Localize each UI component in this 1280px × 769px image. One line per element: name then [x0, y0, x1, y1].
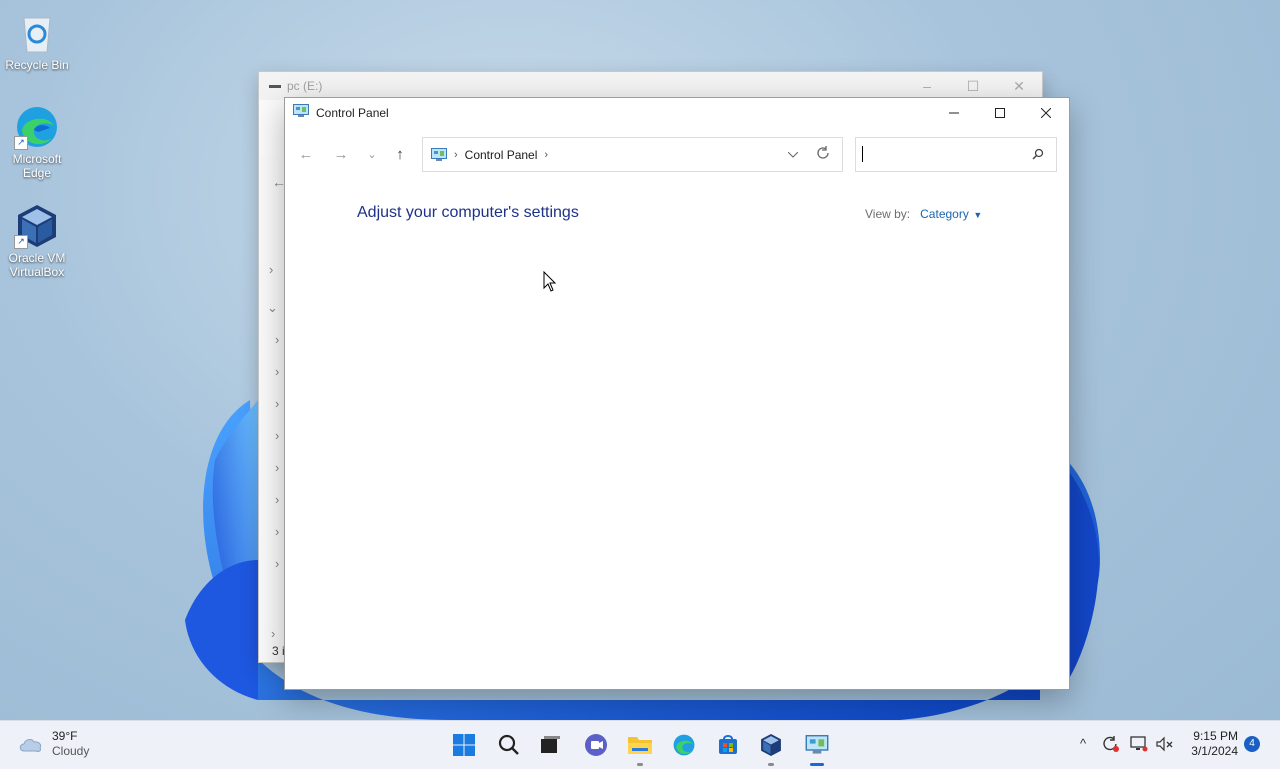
chevron-right-icon[interactable]: › — [275, 524, 279, 539]
minimize-icon — [949, 112, 959, 114]
refresh-icon[interactable] — [816, 146, 830, 163]
window-title: Control Panel — [316, 106, 389, 120]
chevron-right-icon[interactable]: › — [275, 364, 279, 379]
control-panel-icon — [293, 103, 309, 123]
active-indicator — [810, 763, 824, 766]
control-panel-icon — [805, 735, 829, 754]
clock[interactable]: 9:15 PM 3/1/2024 — [1186, 729, 1238, 759]
control-panel-button[interactable] — [801, 729, 833, 766]
desktop-icon-edge[interactable]: ↗ Microsoft Edge — [2, 104, 72, 180]
chevron-right-icon[interactable]: › — [275, 428, 279, 443]
drive-icon — [269, 84, 281, 88]
background-window-titlebar: pc (E:) – ☐ ✕ — [259, 72, 1042, 100]
maximize-icon — [995, 108, 1005, 118]
weather-widget[interactable]: 39°F Cloudy — [18, 729, 89, 759]
chevron-down-icon[interactable]: ⌄ — [267, 300, 278, 316]
mouse-cursor-icon — [543, 271, 557, 292]
desktop-icon-label: Recycle Bin — [5, 58, 69, 72]
close-button[interactable] — [1023, 98, 1069, 128]
edge-button[interactable] — [668, 729, 700, 761]
chevron-right-icon[interactable]: › — [275, 460, 279, 475]
close-icon[interactable]: ✕ — [996, 78, 1042, 95]
store-icon — [719, 735, 737, 754]
virtualbox-icon: ↗ — [14, 203, 60, 249]
task-view-button[interactable] — [534, 729, 566, 761]
virtualbox-button[interactable] — [755, 729, 787, 766]
weather-condition: Cloudy — [52, 744, 90, 758]
volume-muted-icon[interactable] — [1156, 736, 1174, 755]
start-button[interactable] — [448, 729, 480, 761]
address-bar[interactable]: › Control Panel › — [422, 137, 843, 172]
view-by-control: View by: Category ▼ — [865, 207, 982, 221]
running-indicator — [768, 763, 774, 766]
control-panel-icon — [431, 147, 447, 162]
control-panel-window[interactable]: Control Panel ← → ⌄ ↑ › Control Panel › … — [284, 97, 1070, 690]
text-caret — [862, 146, 863, 162]
notification-badge[interactable]: 4 — [1244, 736, 1260, 752]
show-hidden-icons-chevron-icon[interactable]: ^ — [1080, 736, 1086, 751]
virtualbox-icon — [761, 734, 781, 756]
search-icon[interactable] — [1032, 147, 1044, 165]
chevron-right-icon[interactable]: › — [275, 492, 279, 507]
chevron-right-icon[interactable]: › — [271, 626, 275, 641]
navigation-bar: ← → ⌄ ↑ › Control Panel › — [285, 137, 1069, 173]
desktop-icon-virtualbox[interactable]: ↗ Oracle VM VirtualBox — [2, 203, 72, 279]
task-view-icon — [541, 736, 560, 753]
search-button[interactable] — [493, 729, 525, 761]
start-icon — [453, 734, 475, 756]
file-explorer-icon — [628, 737, 652, 754]
chevron-right-icon[interactable]: › — [544, 149, 548, 161]
sync-icon[interactable] — [1102, 736, 1120, 755]
chat-button[interactable] — [580, 729, 612, 761]
control-panel-titlebar: Control Panel — [285, 98, 1069, 128]
view-by-dropdown[interactable]: Category — [920, 207, 969, 221]
taskbar: 39°F Cloudy ^ 9:15 PM 3/1/2024 4 — [0, 720, 1280, 769]
dropdown-arrow-icon[interactable]: ▼ — [971, 210, 982, 220]
minimize-button[interactable] — [931, 98, 977, 128]
search-input[interactable] — [855, 137, 1057, 172]
background-window-status: 3 i — [272, 644, 285, 658]
chevron-right-icon[interactable]: › — [275, 332, 279, 347]
desktop-icon-label: Microsoft Edge — [12, 152, 62, 180]
cloud-icon — [19, 739, 42, 752]
edge-icon: ↗ — [14, 104, 60, 150]
up-button[interactable]: ↑ — [390, 145, 410, 165]
chevron-down-icon[interactable] — [787, 147, 799, 161]
shortcut-arrow-icon: ↗ — [14, 235, 28, 249]
minimize-icon[interactable]: – — [904, 78, 950, 95]
maximize-icon[interactable]: ☐ — [950, 78, 996, 95]
background-window-title: pc (E:) — [287, 79, 323, 93]
chevron-right-icon[interactable]: › — [269, 262, 273, 277]
view-by-label: View by: — [865, 207, 911, 221]
edge-icon — [673, 734, 695, 756]
background-window-sidebar: ← › ⌄ › › › › › › › › › — [259, 156, 286, 662]
store-button[interactable] — [712, 729, 744, 761]
clock-date: 3/1/2024 — [1191, 744, 1238, 758]
weather-temp: 39°F — [52, 729, 78, 743]
file-explorer-button[interactable] — [624, 729, 656, 766]
forward-button[interactable]: → — [331, 145, 351, 165]
chevron-right-icon[interactable]: › — [454, 149, 458, 161]
page-heading: Adjust your computer's settings — [357, 204, 579, 221]
clock-time: 9:15 PM — [1193, 729, 1238, 743]
maximize-button[interactable] — [977, 98, 1023, 128]
recycle-bin-icon — [14, 10, 60, 56]
desktop-icon-recycle-bin[interactable]: Recycle Bin — [2, 10, 72, 72]
recent-locations-button[interactable]: ⌄ — [362, 145, 382, 165]
chat-icon — [585, 734, 607, 756]
close-icon — [1041, 108, 1051, 118]
network-icon[interactable] — [1130, 736, 1148, 755]
breadcrumb-control-panel[interactable]: Control Panel — [465, 148, 538, 162]
shortcut-arrow-icon: ↗ — [14, 136, 28, 150]
search-icon — [498, 734, 519, 755]
chevron-right-icon[interactable]: › — [275, 396, 279, 411]
back-button[interactable]: ← — [296, 145, 316, 165]
running-indicator — [637, 763, 643, 766]
chevron-right-icon[interactable]: › — [275, 556, 279, 571]
desktop-icon-label: Oracle VM VirtualBox — [8, 251, 66, 279]
